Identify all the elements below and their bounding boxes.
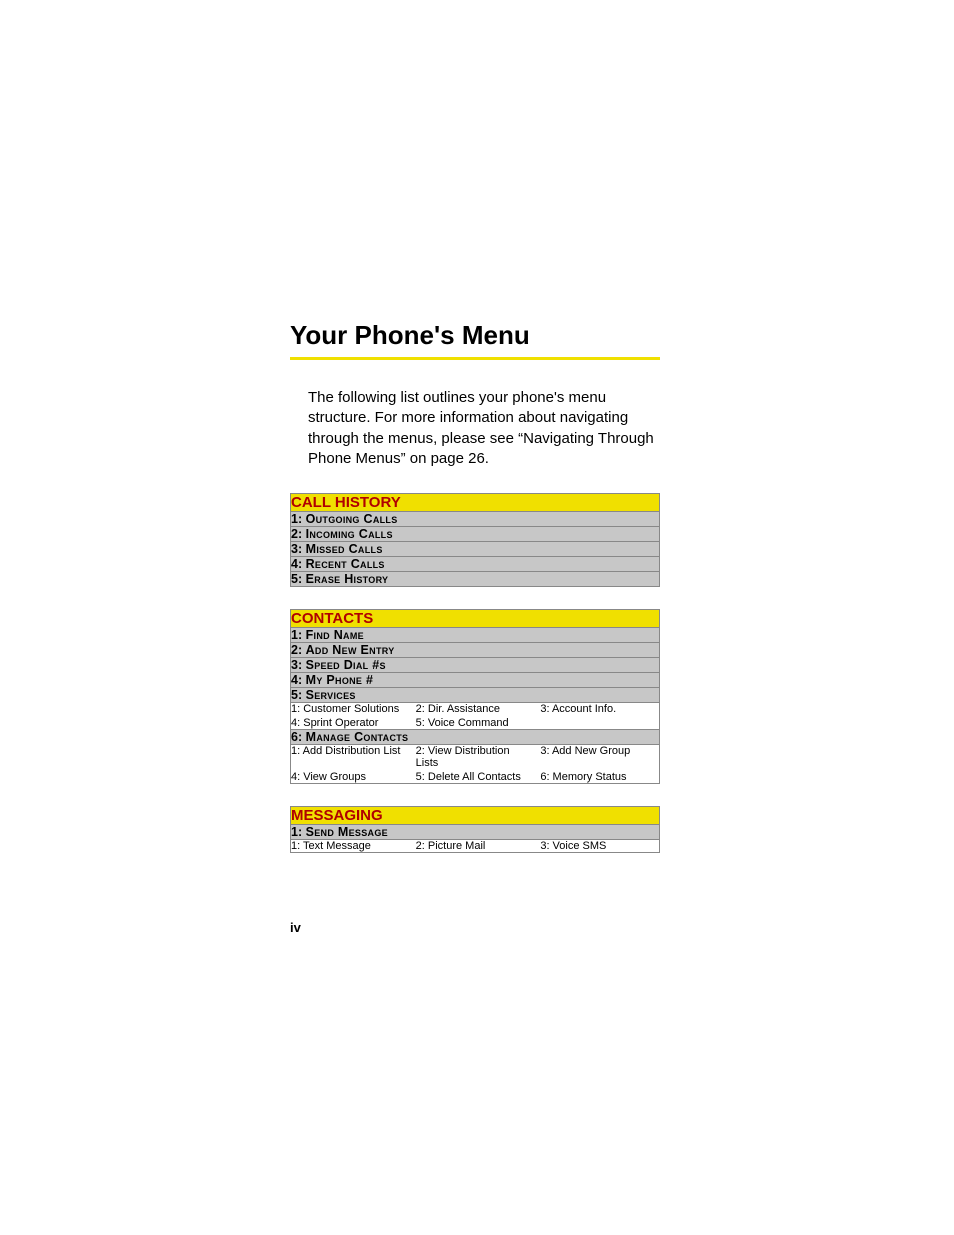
item-label: Speed Dial #s (306, 658, 386, 672)
item-number: 3: (291, 658, 302, 672)
item-number: 2: (291, 527, 302, 541)
item-label: Incoming Calls (306, 527, 393, 541)
menu-item: 4: Recent Calls (291, 557, 660, 572)
sub-item-row: 1: Add Distribution List 2: View Distrib… (291, 745, 660, 784)
menu-item: 3: Speed Dial #s (291, 658, 660, 673)
item-number: 1: (291, 628, 302, 642)
contacts-table: CONTACTS 1: Find Name 2: Add New Entry 3… (290, 609, 660, 784)
item-number: 5: (291, 572, 302, 586)
menu-item: 6: Manage Contacts (291, 730, 660, 745)
page-number: iv (290, 920, 301, 935)
menu-item: 1: Send Message (291, 825, 660, 840)
item-number: 1: (291, 825, 302, 839)
item-number: 1: (291, 512, 302, 526)
item-label: Send Message (306, 825, 388, 839)
menu-item: 2: Add New Entry (291, 643, 660, 658)
item-number: 2: (291, 643, 302, 657)
sub-item: 5: Voice Command (416, 717, 535, 729)
sub-item: 1: Customer Solutions (291, 703, 410, 715)
sub-item: 4: View Groups (291, 771, 410, 783)
menu-item: 1: Outgoing Calls (291, 512, 660, 527)
menu-item: 5: Erase History (291, 572, 660, 587)
sub-item: 1: Text Message (291, 840, 410, 852)
messaging-header: MESSAGING (291, 807, 660, 825)
document-page: Your Phone's Menu The following list out… (0, 0, 954, 1235)
contacts-header: CONTACTS (291, 610, 660, 628)
sub-item: 2: View Distribution Lists (416, 745, 535, 769)
page-title: Your Phone's Menu (290, 320, 664, 351)
intro-paragraph: The following list outlines your phone's… (308, 388, 664, 469)
item-number: 5: (291, 688, 302, 702)
item-number: 4: (291, 557, 302, 571)
menu-item: 3: Missed Calls (291, 542, 660, 557)
sub-item: 3: Add New Group (540, 745, 659, 769)
menu-item: 1: Find Name (291, 628, 660, 643)
sub-item: 3: Voice SMS (540, 840, 659, 852)
call-history-header: CALL HISTORY (291, 494, 660, 512)
menu-item: 5: Services (291, 688, 660, 703)
item-label: Manage Contacts (306, 730, 409, 744)
item-label: Add New Entry (306, 643, 395, 657)
sub-item: 3: Account Info. (540, 703, 659, 715)
sub-item (540, 717, 659, 729)
item-label: Outgoing Calls (306, 512, 398, 526)
item-number: 4: (291, 673, 302, 687)
item-number: 6: (291, 730, 302, 744)
item-label: Recent Calls (306, 557, 385, 571)
call-history-table: CALL HISTORY 1: Outgoing Calls 2: Incomi… (290, 493, 660, 587)
item-label: Find Name (306, 628, 364, 642)
sub-item: 1: Add Distribution List (291, 745, 410, 769)
sub-item: 2: Picture Mail (416, 840, 535, 852)
item-label: Missed Calls (306, 542, 383, 556)
sub-item-row: 1: Text Message 2: Picture Mail 3: Voice… (291, 840, 660, 853)
sub-item: 4: Sprint Operator (291, 717, 410, 729)
sub-item-row: 1: Customer Solutions 2: Dir. Assistance… (291, 703, 660, 730)
sub-item: 2: Dir. Assistance (416, 703, 535, 715)
item-label: My Phone # (306, 673, 374, 687)
menu-item: 2: Incoming Calls (291, 527, 660, 542)
item-label: Erase History (306, 572, 389, 586)
item-number: 3: (291, 542, 302, 556)
item-label: Services (306, 688, 356, 702)
messaging-table: MESSAGING 1: Send Message 1: Text Messag… (290, 806, 660, 853)
menu-item: 4: My Phone # (291, 673, 660, 688)
sub-item: 6: Memory Status (540, 771, 659, 783)
sub-item: 5: Delete All Contacts (416, 771, 535, 783)
title-underline (290, 357, 660, 360)
